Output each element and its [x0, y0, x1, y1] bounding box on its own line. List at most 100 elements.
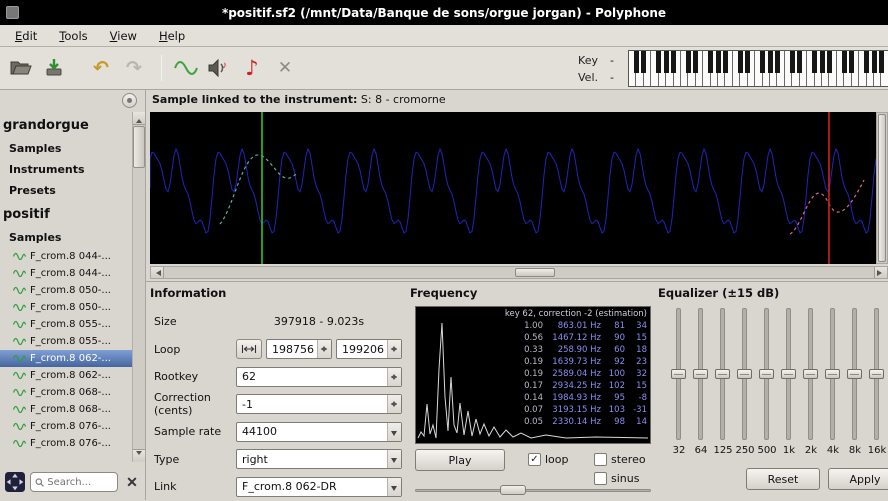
spin-arrows[interactable]	[387, 395, 401, 414]
eq-slider[interactable]	[670, 306, 688, 442]
sample-item[interactable]: F_crom.8 076-...	[0, 418, 132, 435]
sample-item[interactable]: F_crom.8 044-...	[0, 248, 132, 265]
scroll-left-arrow[interactable]	[151, 267, 164, 278]
piano-black-key[interactable]	[827, 51, 832, 73]
menu-view[interactable]: View	[99, 26, 148, 46]
sample-item[interactable]: F_crom.8 068-...	[0, 401, 132, 418]
playback-slider[interactable]	[415, 483, 651, 497]
redo-button[interactable]: ↷	[119, 53, 149, 83]
tree-item-grandorgue[interactable]: grandorgue	[0, 112, 132, 138]
reset-button[interactable]: Reset	[746, 468, 820, 490]
scroll-right-arrow[interactable]	[874, 267, 887, 278]
hscroll-thumb[interactable]	[515, 268, 556, 277]
menu-edit[interactable]: Edit	[4, 26, 48, 46]
piano-black-key[interactable]	[686, 51, 691, 73]
eq-slider-handle[interactable]	[781, 369, 796, 379]
waveform-vscrollbar[interactable]	[876, 112, 888, 264]
eq-slider[interactable]	[824, 306, 842, 442]
eq-slider-handle[interactable]	[803, 369, 818, 379]
piano-black-key[interactable]	[819, 51, 825, 73]
eq-slider[interactable]	[846, 306, 864, 442]
piano-black-key[interactable]	[849, 51, 855, 73]
eq-slider[interactable]	[780, 306, 798, 442]
sample-rate-combobox[interactable]: 44100	[236, 421, 402, 442]
undo-button[interactable]: ↶	[86, 53, 116, 83]
sample-item[interactable]: F_crom.8 062-...	[0, 350, 132, 367]
sample-item[interactable]: F_crom.8 068-...	[0, 384, 132, 401]
menu-help[interactable]: Help	[148, 26, 196, 46]
loop-start-spinbox[interactable]: 198756	[266, 339, 332, 360]
tree-item-samples[interactable]: Samples	[0, 227, 132, 248]
piano-black-key[interactable]	[671, 51, 676, 73]
tree-scrollbar[interactable]	[132, 112, 145, 462]
piano-black-key[interactable]	[879, 51, 884, 73]
piano-black-key[interactable]	[871, 51, 877, 73]
scroll-down-arrow[interactable]	[133, 449, 145, 462]
sample-item[interactable]: F_crom.8 062-...	[0, 367, 132, 384]
expand-button[interactable]	[5, 472, 25, 492]
tree-item-presets[interactable]: Presets	[0, 180, 132, 201]
piano-black-key[interactable]	[634, 51, 639, 73]
eq-slider[interactable]	[868, 306, 886, 442]
eq-slider-handle[interactable]	[825, 369, 840, 379]
type-combobox[interactable]: right	[236, 449, 402, 470]
apply-button[interactable]: Apply	[828, 468, 888, 490]
spin-arrows[interactable]	[317, 340, 331, 359]
piano-black-key[interactable]	[656, 51, 662, 73]
sine-wave-button[interactable]	[171, 53, 201, 83]
piano-black-key[interactable]	[767, 51, 773, 73]
eq-slider[interactable]	[692, 306, 710, 442]
loop-play-button[interactable]	[236, 339, 262, 360]
loop-checkbox[interactable]: ✓ loop	[528, 453, 569, 466]
piano-black-key[interactable]	[812, 51, 818, 73]
sample-item[interactable]: F_crom.8 044-...	[0, 265, 132, 282]
piano-black-key[interactable]	[864, 51, 870, 73]
correction-spinbox[interactable]: -1	[236, 394, 402, 415]
piano-black-key[interactable]	[641, 51, 647, 73]
eq-slider[interactable]	[714, 306, 732, 442]
combo-arrow[interactable]	[387, 477, 401, 496]
piano-black-key[interactable]	[738, 51, 743, 73]
eq-slider[interactable]	[736, 306, 754, 442]
waveform-display[interactable]	[149, 112, 877, 264]
piano-black-key[interactable]	[708, 51, 714, 73]
slider-handle[interactable]	[499, 485, 526, 495]
vscroll-thumb[interactable]	[878, 114, 886, 262]
combo-arrow[interactable]	[387, 450, 401, 469]
piano-black-key[interactable]	[715, 51, 721, 73]
eq-slider[interactable]	[758, 306, 776, 442]
piano-black-key[interactable]	[663, 51, 669, 73]
piano-black-key[interactable]	[790, 51, 795, 73]
waveform-hscrollbar[interactable]	[150, 266, 888, 279]
stereo-checkbox[interactable]: stereo	[594, 453, 646, 466]
eq-slider-handle[interactable]	[715, 369, 730, 379]
piano-keyboard[interactable]	[628, 50, 888, 87]
rootkey-spinbox[interactable]: 62	[236, 366, 402, 387]
combo-arrow[interactable]	[387, 422, 401, 441]
link-combobox[interactable]: F_crom.8 062-DR	[236, 476, 402, 497]
eq-slider-handle[interactable]	[693, 369, 708, 379]
scroll-up-arrow[interactable]	[133, 112, 145, 125]
sample-item[interactable]: F_crom.8 055-...	[0, 333, 132, 350]
piano-black-key[interactable]	[723, 51, 728, 73]
piano-black-key[interactable]	[797, 51, 803, 73]
piano-black-key[interactable]	[775, 51, 780, 73]
eq-slider-handle[interactable]	[737, 369, 752, 379]
eq-slider-handle[interactable]	[759, 369, 774, 379]
piano-black-key[interactable]	[693, 51, 699, 73]
sample-item[interactable]: F_crom.8 050-...	[0, 282, 132, 299]
spin-arrows[interactable]	[387, 367, 401, 386]
piano-black-key[interactable]	[760, 51, 766, 73]
eq-slider-handle[interactable]	[847, 369, 862, 379]
clear-search-button[interactable]: ✕	[123, 473, 141, 491]
eq-slider-handle[interactable]	[671, 369, 686, 379]
music-note-button[interactable]: ♪	[237, 53, 267, 83]
close-sample-button[interactable]: ✕	[270, 53, 300, 83]
eq-slider-handle[interactable]	[869, 369, 884, 379]
tree-item-positif[interactable]: positif	[0, 201, 132, 227]
save-button[interactable]	[39, 53, 69, 83]
loop-end-spinbox[interactable]: 199206	[336, 339, 402, 360]
sidebar-toggle-button[interactable]	[122, 93, 137, 108]
spin-arrows[interactable]	[387, 340, 401, 359]
search-input[interactable]	[47, 476, 113, 488]
